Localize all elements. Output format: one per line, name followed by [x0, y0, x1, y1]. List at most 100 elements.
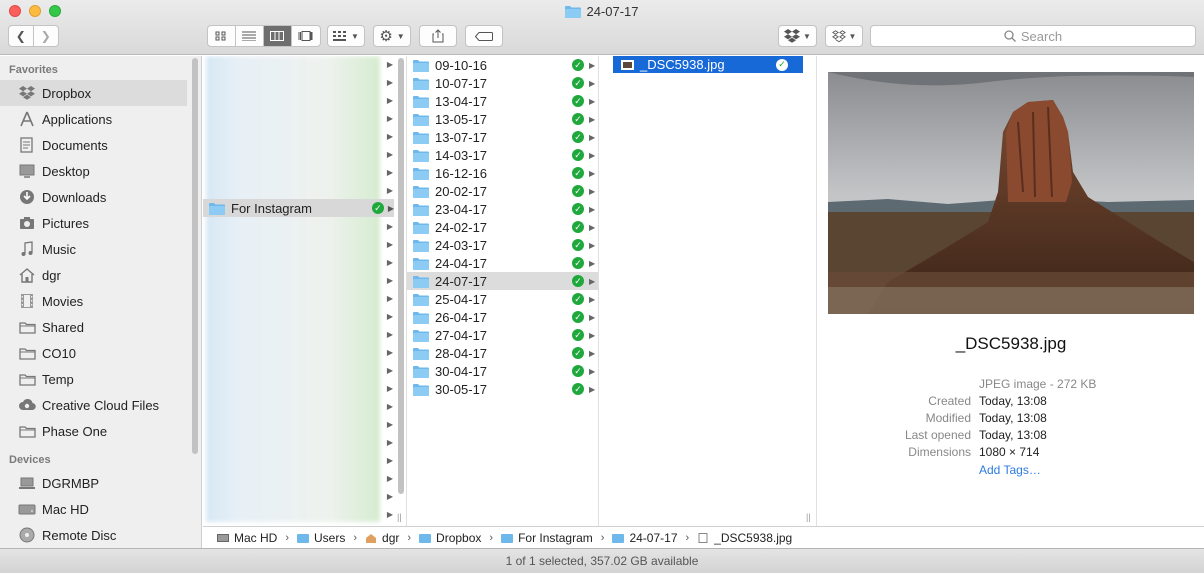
folder-row[interactable]: 24-04-17 ✓ ▶	[407, 254, 598, 272]
path-crumb[interactable]: Mac HD	[217, 531, 277, 545]
sidebar-item-creative-cloud-files[interactable]: Creative Cloud Files	[0, 392, 201, 418]
folder-row[interactable]: 24-02-17 ✓ ▶	[407, 218, 598, 236]
sidebar-device-mac-hd[interactable]: Mac HD	[0, 496, 201, 522]
gallery-view-button[interactable]	[292, 26, 320, 46]
sidebar-scrollbar[interactable]	[192, 58, 198, 454]
folder-row-for-instagram[interactable]: For Instagram ✓ ▶	[203, 199, 394, 217]
folder-label: 10-07-17	[435, 75, 488, 91]
arrange-button[interactable]: ▼	[327, 25, 365, 47]
folder-row[interactable]: 13-07-17 ✓ ▶	[407, 128, 598, 146]
sidebar-item-label: Shared	[42, 319, 84, 335]
folder-row[interactable]: 27-04-17 ✓ ▶	[407, 326, 598, 344]
sidebar-device-dgrmbp[interactable]: DGRMBP	[0, 470, 201, 496]
folder-icon	[413, 203, 429, 216]
path-crumb[interactable]: Users	[297, 531, 345, 545]
folder-icon	[413, 365, 429, 378]
disclosure-arrow-icon: ▶	[589, 294, 596, 304]
folder-row[interactable]: 25-04-17 ✓ ▶	[407, 290, 598, 308]
disclosure-arrow-icon: ▶	[589, 78, 596, 88]
file-row[interactable]: _DSC5938.jpg ✓	[613, 56, 803, 73]
folder-row[interactable]: 30-04-17 ✓ ▶	[407, 362, 598, 380]
share-button[interactable]	[419, 25, 457, 47]
search-field[interactable]: Search	[870, 25, 1196, 47]
image-file-icon	[621, 59, 634, 70]
folder-icon	[209, 202, 225, 215]
finder-window: 24-07-17 ❮ ❯ ▼ ⚙ ▼ ▼ ▼ Search Favorites …	[0, 0, 1204, 573]
folder-row[interactable]: 13-05-17 ✓ ▶	[407, 110, 598, 128]
sidebar-item-label: Temp	[42, 371, 74, 387]
column-view-button[interactable]	[263, 26, 293, 46]
disclosure-arrow-icon: ▶	[589, 132, 596, 142]
image-file-icon	[698, 532, 708, 543]
folder-icon	[413, 95, 429, 108]
folder-row[interactable]: 23-04-17 ✓ ▶	[407, 200, 598, 218]
column-resize-handle[interactable]: ||	[397, 512, 402, 522]
sidebar-item-movies[interactable]: Movies	[0, 288, 201, 314]
folder-row[interactable]: 30-05-17 ✓ ▶	[407, 380, 598, 398]
sidebar-item-label: DGRMBP	[42, 475, 100, 491]
disclosure-arrow-icon: ▶	[386, 384, 394, 393]
sidebar-device-remote-disc[interactable]: Remote Disc	[0, 522, 201, 548]
sidebar-item-label: Phase One	[42, 423, 108, 439]
back-button[interactable]: ❮	[9, 26, 34, 46]
edit-tags-button[interactable]	[465, 25, 503, 47]
chevron-left-icon: ❮	[15, 29, 26, 43]
path-crumb[interactable]: Dropbox	[419, 531, 481, 545]
path-crumb[interactable]: For Instagram	[501, 531, 593, 545]
path-separator-icon: ›	[353, 531, 358, 544]
dropbox-menu-button[interactable]: ▼	[778, 25, 817, 47]
sidebar-item-dgr[interactable]: dgr	[0, 262, 201, 288]
sync-check-icon: ✓	[572, 221, 584, 233]
sidebar-item-phase-one[interactable]: Phase One	[0, 418, 201, 444]
path-crumb[interactable]: 24-07-17	[612, 531, 678, 545]
folder-row[interactable]: 13-04-17 ✓ ▶	[407, 92, 598, 110]
sidebar-item-applications[interactable]: Applications	[0, 106, 201, 132]
sidebar-item-documents[interactable]: Documents	[0, 132, 201, 158]
forward-button[interactable]: ❯	[34, 26, 58, 46]
sidebar-item-temp[interactable]: Temp	[0, 366, 201, 392]
folder-row[interactable]: 28-04-17 ✓ ▶	[407, 344, 598, 362]
dropbox-share-button[interactable]: ▼	[825, 25, 863, 47]
path-crumb[interactable]: _DSC5938.jpg	[697, 531, 792, 545]
folder-icon	[612, 533, 625, 543]
favorites-header: Favorites	[9, 64, 58, 76]
disclosure-arrow-icon: ▶	[386, 456, 394, 465]
metadata-value: Today, 13:08	[979, 394, 1047, 408]
disclosure-arrow-icon: ▶	[589, 96, 596, 106]
path-crumb-label: _DSC5938.jpg	[714, 530, 793, 545]
path-crumb[interactable]: dgr	[365, 531, 399, 545]
folder-row[interactable]: 24-07-17 ✓ ▶	[407, 272, 598, 290]
folder-icon	[413, 221, 429, 234]
sidebar-item-downloads[interactable]: Downloads	[0, 184, 201, 210]
sidebar-item-music[interactable]: Music	[0, 236, 201, 262]
sidebar-item-pictures[interactable]: Pictures	[0, 210, 201, 236]
column-1-scrollbar[interactable]	[398, 58, 404, 494]
folder-row[interactable]: 20-02-17 ✓ ▶	[407, 182, 598, 200]
devices-header: Devices	[9, 454, 51, 466]
sync-check-icon: ✓	[572, 167, 584, 179]
folder-row[interactable]: 26-04-17 ✓ ▶	[407, 308, 598, 326]
sidebar-item-desktop[interactable]: Desktop	[0, 158, 201, 184]
window-title-text: 24-07-17	[586, 4, 639, 19]
folder-row[interactable]: 14-03-17 ✓ ▶	[407, 146, 598, 164]
folder-row[interactable]: 24-03-17 ✓ ▶	[407, 236, 598, 254]
add-tags-link[interactable]: Add Tags…	[979, 463, 1041, 477]
folder-row[interactable]: 10-07-17 ✓ ▶	[407, 74, 598, 92]
disclosure-arrow-icon: ▶	[386, 168, 394, 177]
sidebar-item-dropbox[interactable]: Dropbox	[0, 80, 187, 106]
tag-icon	[475, 31, 493, 41]
chevron-down-icon: ▼	[848, 31, 857, 41]
folder-row[interactable]: 16-12-16 ✓ ▶	[407, 164, 598, 182]
action-button[interactable]: ⚙ ▼	[373, 25, 411, 47]
folder-row[interactable]: 09-10-16 ✓ ▶	[407, 56, 598, 74]
disclosure-arrow-icon: ▶	[589, 114, 596, 124]
sidebar-item-shared[interactable]: Shared	[0, 314, 201, 340]
column-1: ▶ ▶ ▶ ▶ ▶ ▶ ▶ ▶ ▶ ▶ ▶ ▶ ▶ ▶ ▶ ▶ ▶ ▶ ▶ ▶ ▶ ▶ ▶ ▶ ▶ ▶ For Instagram…	[203, 56, 407, 526]
icon-view-button[interactable]	[208, 26, 236, 46]
list-view-button[interactable]	[236, 26, 264, 46]
disclosure-arrow-icon: ▶	[386, 402, 394, 411]
sync-check-icon: ✓	[572, 59, 584, 71]
path-crumb-label: Mac HD	[234, 530, 278, 545]
column-resize-handle[interactable]: ||	[806, 512, 811, 522]
sidebar-item-co10[interactable]: CO10	[0, 340, 201, 366]
